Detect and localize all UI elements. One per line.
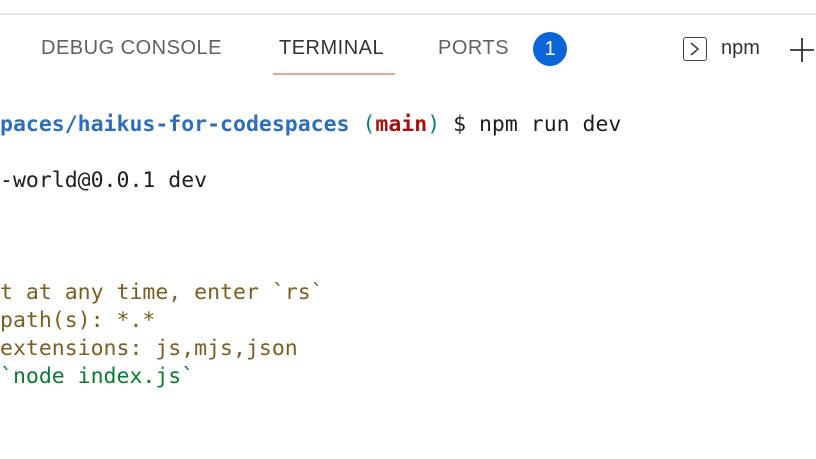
output-line-restart-hint: t at any time, enter `rs`: [0, 280, 324, 305]
tab-ports[interactable]: PORTS: [438, 37, 509, 60]
active-tab-indicator: [273, 73, 395, 75]
ports-count-badge: 1: [533, 32, 567, 66]
prompt-path: paces/haikus-for-codespaces: [0, 112, 350, 137]
tab-debug-console[interactable]: DEBUG CONSOLE: [41, 37, 222, 60]
prompt-paren-close: ): [427, 112, 441, 137]
output-line-extensions: extensions: js,mjs,json: [0, 336, 298, 361]
terminal-instance-label[interactable]: npm: [721, 37, 760, 60]
output-line-watch-paths: path(s): *.*: [0, 308, 156, 333]
output-line-package: -world@0.0.1 dev: [0, 168, 208, 193]
terminal-icon[interactable]: [683, 37, 707, 61]
prompt-paren-open: (: [362, 112, 376, 137]
output-line-start-command: `node index.js`: [0, 364, 195, 389]
panel-tab-bar: DEBUG CONSOLE TERMINAL PORTS 1 npm: [0, 15, 816, 85]
terminal-output[interactable]: paces/haikus-for-codespaces (main) $ npm…: [0, 100, 816, 459]
prompt-branch: main: [375, 112, 428, 137]
tab-terminal[interactable]: TERMINAL: [279, 37, 384, 60]
prompt-command: $ npm run dev: [440, 112, 622, 137]
prompt-line: paces/haikus-for-codespaces (main) $ npm…: [0, 112, 621, 137]
plus-icon[interactable]: [789, 37, 815, 63]
